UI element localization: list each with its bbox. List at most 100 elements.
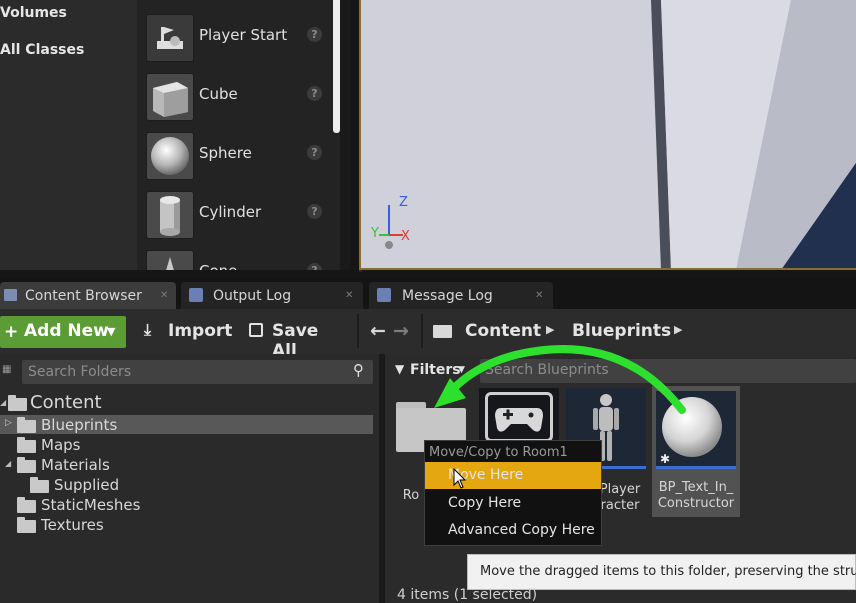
tree-item-staticmeshes[interactable]: StaticMeshes [0,496,200,514]
sphere-icon [146,132,194,180]
add-new-button[interactable]: + Add New ▼ [0,316,126,348]
actor-item-sphere[interactable]: Sphere ? [137,128,332,183]
help-icon[interactable]: ? [307,204,322,219]
mouse-cursor-icon [453,468,467,489]
folder-icon [17,417,36,433]
tooltip: Move the dragged items to this folder, p… [467,554,856,590]
forward-arrow-icon[interactable]: → [393,320,409,342]
axis-y-label: Y [371,226,379,241]
search-folders-input[interactable]: Search Folders ⚲ [22,360,373,384]
chevron-right-icon[interactable]: ▶ [674,323,682,336]
menu-item-move-here[interactable]: Move Here [425,462,601,489]
category-all-classes[interactable]: All Classes [0,42,84,58]
tab-message-log[interactable]: Message Log ✕ [369,282,553,309]
actor-label: Sphere [199,144,252,162]
tree-item-supplied[interactable]: Supplied [0,476,200,494]
import-label: Import [168,321,233,341]
tree-root-content[interactable]: ◢ Content [0,392,200,413]
asset-label: BP_Text_In_ Constructor [657,480,735,511]
tree-item-label: Maps [41,436,81,454]
menu-item-label: Advanced Copy Here [448,522,595,538]
level-viewport[interactable]: Z Y X [359,0,856,270]
category-volumes[interactable]: Volumes [0,5,67,21]
cube-icon [146,73,194,121]
chevron-right-icon[interactable]: ▶ [546,323,554,336]
svg-text:✱: ✱ [660,452,670,466]
tooltip-text: Move the dragged items to this folder, p… [480,564,856,579]
axis-x-label: X [401,229,410,244]
tree-item-textures[interactable]: Textures [0,516,200,534]
help-icon[interactable]: ? [307,86,322,101]
breadcrumb-content[interactable]: Content [465,321,541,341]
folder-icon [17,517,36,533]
import-icon: ⤓ [144,320,152,339]
drag-arrow-icon [434,345,686,414]
folder-icon [17,437,36,453]
tree-item-maps[interactable]: Maps [0,436,200,454]
tree-options-icon[interactable]: ▦ [2,364,11,375]
expand-arrow-icon[interactable]: ◢ [5,459,11,468]
expand-arrow-icon[interactable]: ◢ [0,398,6,407]
tree-item-label: Supplied [54,476,120,494]
tab-content-browser[interactable]: Content Browser ✕ [0,282,176,309]
cylinder-icon [146,191,194,239]
search-icon[interactable]: ⚲ [353,361,364,379]
close-icon[interactable]: ✕ [160,290,168,301]
menu-item-advanced-copy-here[interactable]: Advanced Copy Here [425,517,601,544]
folder-icon [8,395,27,411]
axis-gizmo: Z Y X [371,195,421,250]
breadcrumb-blueprints[interactable]: Blueprints [572,321,671,341]
help-icon[interactable]: ? [307,145,322,160]
actor-item-cube[interactable]: Cube ? [137,69,332,124]
save-icon [249,323,263,337]
tree-item-materials[interactable]: ◢ Materials [0,456,200,474]
actor-item-player-start[interactable]: Player Start ? [137,10,332,65]
save-all-button[interactable]: Save All [249,317,344,361]
tree-item-label: Blueprints [41,416,118,434]
add-new-label: Add New [24,321,109,341]
actor-item-cylinder[interactable]: Cylinder ? [137,187,332,242]
help-icon[interactable]: ? [307,263,322,270]
content-browser-icon [4,289,17,301]
actor-label: Cone [199,262,237,270]
tab-label: Output Log [213,288,292,304]
back-arrow-icon[interactable]: ← [370,320,386,342]
actor-label: Player Start [199,26,288,44]
close-icon[interactable]: ✕ [535,290,543,301]
tab-output-log[interactable]: Output Log ✕ [181,282,363,309]
actor-item-cone[interactable]: Cone ? [137,246,332,270]
output-log-icon [189,288,203,302]
expand-arrow-icon[interactable]: ▷ [5,418,12,428]
menu-title: Move/Copy to Room1 [429,445,568,460]
actor-scrollbar[interactable] [333,0,340,133]
actor-list: Player Start ? Cube ? Sphere ? Cylinder … [137,0,340,270]
cone-icon [146,250,194,270]
place-actors-categories: Volumes All Classes [0,0,137,270]
folder-icon [17,497,36,513]
close-icon[interactable]: ✕ [345,290,353,301]
filter-icon: ▼ [395,362,405,376]
folder-icon [17,457,36,473]
tree-item-blueprints[interactable]: ▷ Blueprints [0,416,200,434]
menu-item-copy-here[interactable]: Copy Here [425,490,601,517]
move-copy-context-menu: Move/Copy to Room1 Move Here Copy Here A… [424,440,602,546]
add-icon: + [4,322,19,342]
tree-item-label: Textures [41,516,104,534]
tab-label: Message Log [402,288,493,304]
search-folders-placeholder: Search Folders [28,364,132,380]
status-text: 4 items (1 selected) [397,587,538,603]
folder-icon [30,477,49,493]
actor-label: Cube [199,85,238,103]
actor-scroll-track [340,0,350,270]
chevron-down-icon: ▼ [107,325,116,338]
tree-item-label: Content [30,392,102,413]
import-button[interactable]: ⤓ Import [144,317,232,347]
message-log-icon [377,288,391,302]
tree-item-label: Materials [41,456,110,474]
tree-item-label: StaticMeshes [41,496,141,514]
menu-item-label: Copy Here [448,495,522,511]
help-icon[interactable]: ? [307,27,322,42]
actor-label: Cylinder [199,203,262,221]
tab-label: Content Browser [25,288,142,304]
axis-z-label: Z [399,195,408,210]
